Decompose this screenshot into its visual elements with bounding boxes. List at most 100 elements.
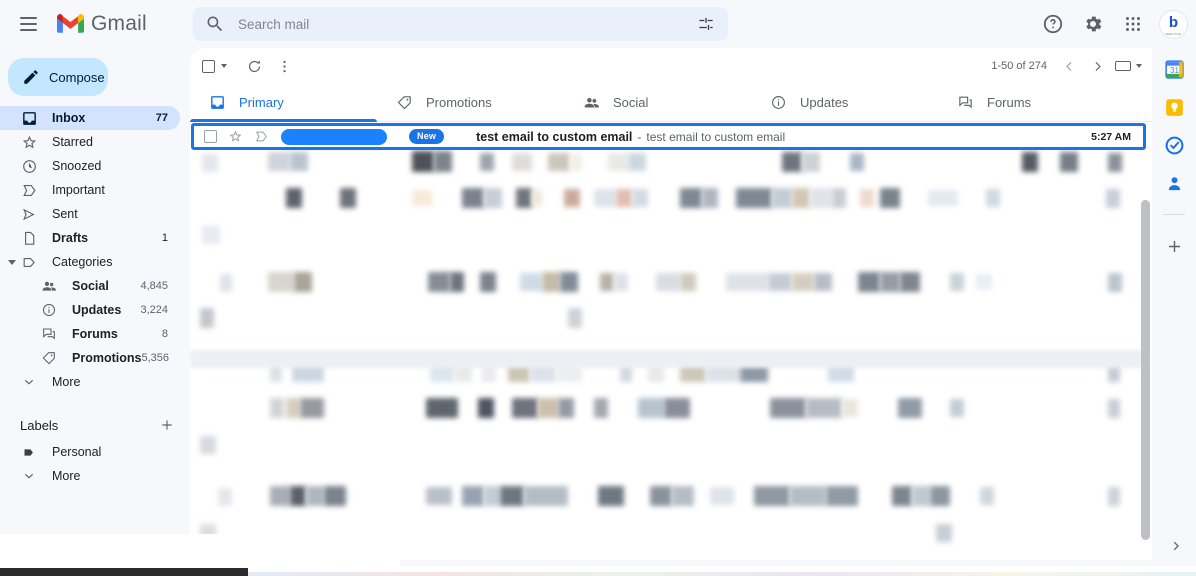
gear-icon[interactable] [1076,7,1110,41]
email-row-blurred[interactable] [190,188,1146,224]
sidebar-item-snoozed[interactable]: Snoozed [0,154,180,178]
keyboard-icon [1115,61,1131,71]
select-all-checkbox[interactable] [202,59,227,73]
email-separator: - [637,129,642,144]
google-tasks-icon[interactable] [1163,134,1185,156]
avatar-sublabel: BOB.TOUR [1165,32,1182,36]
checkbox-icon[interactable] [202,59,215,73]
people-icon [40,277,58,295]
header-actions: b BOB.TOUR [1036,0,1188,48]
taskbar-dark-section [0,568,248,576]
checkbox-icon[interactable] [204,130,217,143]
sidebar-item-promotions[interactable]: Promotions 5,356 [0,346,180,370]
gmail-brand[interactable]: Gmail [57,12,147,36]
sidebar-item-important[interactable]: Important [0,178,180,202]
filter-options-icon[interactable] [696,14,716,34]
email-row-blurred[interactable] [190,434,1146,470]
app-header: Gmail b BOB.TOUR [0,0,1196,48]
search-input[interactable] [238,16,696,32]
expand-triangle-icon[interactable] [8,260,16,265]
input-tools-button[interactable] [1115,61,1142,71]
star-outline-icon[interactable] [227,129,243,145]
svg-text:31: 31 [1170,66,1179,75]
sidebar-item-count: 8 [161,328,168,340]
avatar[interactable]: b BOB.TOUR [1159,9,1188,39]
mail-list-pane: 1-50 of 274 Primary Promotions Social Up… [190,48,1152,560]
email-row-blurred[interactable] [190,308,1146,344]
email-snippet: test email to custom email [646,129,786,144]
sidebar-item-social[interactable]: Social 4,845 [0,274,180,298]
tab-forums[interactable]: Forums [938,84,1125,121]
sidebar-item-inbox[interactable]: Inbox 77 [0,106,180,130]
tab-primary[interactable]: Primary [190,84,377,122]
tab-label: Promotions [426,95,492,110]
email-row-selected[interactable]: New test email to custom email - test em… [191,123,1146,150]
email-row-blurred[interactable] [190,151,1146,188]
labels-header: Labels [0,410,190,440]
email-row-blurred[interactable] [190,486,1146,522]
gmail-app: Gmail b BOB.TOUR [0,0,1196,576]
sidebar-item-updates[interactable]: Updates 3,224 [0,298,180,322]
google-keep-icon[interactable] [1163,96,1185,118]
compose-button[interactable]: Compose [8,58,108,96]
plus-icon[interactable] [158,416,176,434]
google-contacts-icon[interactable] [1163,172,1185,194]
category-tag-icon [20,253,38,271]
more-vertical-icon[interactable] [269,51,299,81]
tag-icon [40,349,58,367]
plus-icon[interactable] [1163,235,1185,257]
sidebar-item-forums[interactable]: Forums 8 [0,322,180,346]
avatar-initial: b [1168,14,1179,31]
email-time: 5:27 AM [1091,130,1131,143]
email-row-blurred[interactable] [190,272,1146,308]
star-icon [20,133,38,151]
google-calendar-icon[interactable]: 31 [1163,58,1185,80]
sidebar-item-drafts[interactable]: Drafts 1 [0,226,180,250]
sidebar-item-label: Categories [52,255,113,269]
list-toolbar: 1-50 of 274 [190,48,1152,84]
tab-promotions[interactable]: Promotions [377,84,564,121]
search-icon [207,16,223,32]
sidebar-item-label: Promotions [72,351,142,365]
tab-updates[interactable]: Updates [751,84,938,121]
side-panel: 31 [1152,48,1196,576]
email-subject-group: test email to custom email - test email … [476,130,1091,144]
sidebar-item-count: 5,356 [141,352,169,364]
sidebar-item-label: Forums [72,327,118,341]
people-icon [582,94,600,112]
status-badge: New [409,129,445,144]
prev-page-button[interactable] [1055,52,1083,80]
help-icon[interactable] [1036,7,1070,41]
search-bar[interactable] [193,7,728,41]
chevron-down-icon [20,373,38,391]
draft-icon [20,229,38,247]
sidebar-item-categories[interactable]: Categories [0,250,180,274]
email-row-blurred[interactable] [190,398,1146,434]
sidebar-item-sent[interactable]: Sent [0,202,180,226]
sidebar-label-personal[interactable]: Personal [0,440,180,464]
sidebar-item-starred[interactable]: Starred [0,130,180,154]
tab-social[interactable]: Social [564,84,751,121]
sidebar-item-label: More [52,469,81,483]
refresh-icon[interactable] [239,51,269,81]
email-subject: test email to custom email [476,129,633,144]
sidebar-item-label: Personal [52,445,102,459]
sidebar-labels-more[interactable]: More [0,464,180,488]
label-important-icon [20,181,38,199]
label-important-outline-icon[interactable] [253,129,269,145]
chevron-down-icon [20,467,38,485]
next-page-button[interactable] [1083,52,1111,80]
inbox-tab-icon [208,94,226,112]
inbox-icon [20,109,38,127]
sidebar-item-more[interactable]: More [0,370,180,394]
clock-icon [20,157,38,175]
tab-label: Primary [239,95,284,110]
brand-label: Gmail [91,12,147,35]
email-row-blurred[interactable] [190,224,1146,260]
list-scrollbar[interactable] [1141,200,1150,540]
chevron-right-icon[interactable] [1169,539,1183,558]
chevron-down-icon[interactable] [221,64,227,68]
tab-label: Social [613,95,649,110]
apps-grid-icon[interactable] [1116,7,1150,41]
hamburger-icon[interactable] [8,4,48,44]
